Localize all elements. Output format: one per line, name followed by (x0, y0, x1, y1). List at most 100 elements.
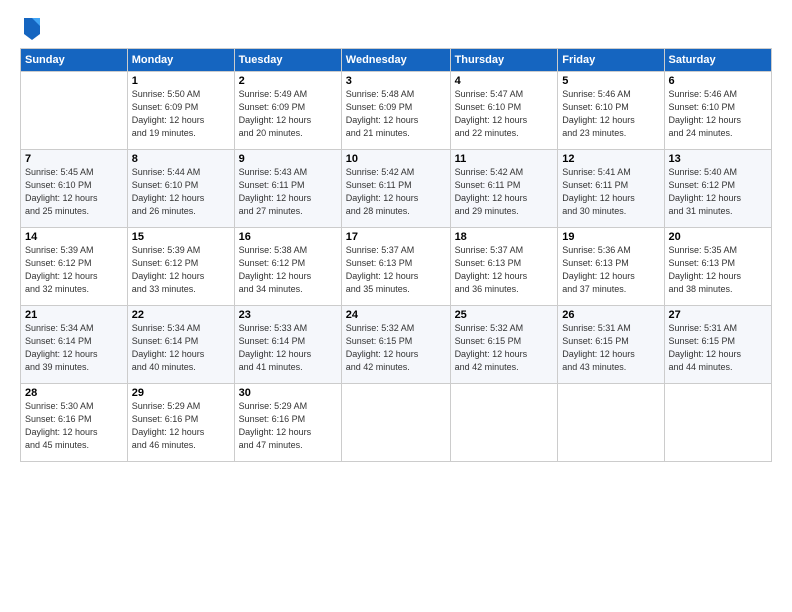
calendar-cell: 10Sunrise: 5:42 AM Sunset: 6:11 PM Dayli… (341, 150, 450, 228)
day-number: 15 (132, 231, 230, 243)
cell-content: Sunrise: 5:42 AM Sunset: 6:11 PM Dayligh… (346, 166, 446, 218)
cell-content: Sunrise: 5:48 AM Sunset: 6:09 PM Dayligh… (346, 88, 446, 140)
day-number: 28 (25, 387, 123, 399)
day-number: 6 (669, 75, 767, 87)
cell-content: Sunrise: 5:46 AM Sunset: 6:10 PM Dayligh… (669, 88, 767, 140)
calendar-cell: 8Sunrise: 5:44 AM Sunset: 6:10 PM Daylig… (127, 150, 234, 228)
cell-content: Sunrise: 5:45 AM Sunset: 6:10 PM Dayligh… (25, 166, 123, 218)
day-number: 16 (239, 231, 337, 243)
day-number: 4 (455, 75, 554, 87)
cell-content: Sunrise: 5:39 AM Sunset: 6:12 PM Dayligh… (25, 244, 123, 296)
calendar-cell: 2Sunrise: 5:49 AM Sunset: 6:09 PM Daylig… (234, 72, 341, 150)
day-number: 17 (346, 231, 446, 243)
day-number: 12 (562, 153, 659, 165)
cell-content: Sunrise: 5:42 AM Sunset: 6:11 PM Dayligh… (455, 166, 554, 218)
day-number: 26 (562, 309, 659, 321)
calendar-cell: 5Sunrise: 5:46 AM Sunset: 6:10 PM Daylig… (558, 72, 664, 150)
weekday-sunday: Sunday (21, 49, 128, 72)
cell-content: Sunrise: 5:41 AM Sunset: 6:11 PM Dayligh… (562, 166, 659, 218)
calendar-cell: 30Sunrise: 5:29 AM Sunset: 6:16 PM Dayli… (234, 384, 341, 462)
day-number: 3 (346, 75, 446, 87)
cell-content: Sunrise: 5:30 AM Sunset: 6:16 PM Dayligh… (25, 400, 123, 452)
cell-content: Sunrise: 5:38 AM Sunset: 6:12 PM Dayligh… (239, 244, 337, 296)
calendar-cell: 29Sunrise: 5:29 AM Sunset: 6:16 PM Dayli… (127, 384, 234, 462)
day-number: 29 (132, 387, 230, 399)
calendar-cell: 3Sunrise: 5:48 AM Sunset: 6:09 PM Daylig… (341, 72, 450, 150)
calendar-cell: 20Sunrise: 5:35 AM Sunset: 6:13 PM Dayli… (664, 228, 771, 306)
week-row-1: 7Sunrise: 5:45 AM Sunset: 6:10 PM Daylig… (21, 150, 772, 228)
week-row-3: 21Sunrise: 5:34 AM Sunset: 6:14 PM Dayli… (21, 306, 772, 384)
day-number: 8 (132, 153, 230, 165)
calendar-cell: 22Sunrise: 5:34 AM Sunset: 6:14 PM Dayli… (127, 306, 234, 384)
calendar-cell (450, 384, 558, 462)
calendar-cell: 23Sunrise: 5:33 AM Sunset: 6:14 PM Dayli… (234, 306, 341, 384)
day-number: 23 (239, 309, 337, 321)
cell-content: Sunrise: 5:39 AM Sunset: 6:12 PM Dayligh… (132, 244, 230, 296)
day-number: 19 (562, 231, 659, 243)
weekday-monday: Monday (127, 49, 234, 72)
day-number: 10 (346, 153, 446, 165)
cell-content: Sunrise: 5:35 AM Sunset: 6:13 PM Dayligh… (669, 244, 767, 296)
weekday-wednesday: Wednesday (341, 49, 450, 72)
page: SundayMondayTuesdayWednesdayThursdayFrid… (0, 0, 792, 612)
cell-content: Sunrise: 5:34 AM Sunset: 6:14 PM Dayligh… (25, 322, 123, 374)
calendar-cell: 4Sunrise: 5:47 AM Sunset: 6:10 PM Daylig… (450, 72, 558, 150)
logo (20, 16, 40, 38)
cell-content: Sunrise: 5:40 AM Sunset: 6:12 PM Dayligh… (669, 166, 767, 218)
calendar-cell: 21Sunrise: 5:34 AM Sunset: 6:14 PM Dayli… (21, 306, 128, 384)
cell-content: Sunrise: 5:37 AM Sunset: 6:13 PM Dayligh… (455, 244, 554, 296)
cell-content: Sunrise: 5:49 AM Sunset: 6:09 PM Dayligh… (239, 88, 337, 140)
calendar-cell: 15Sunrise: 5:39 AM Sunset: 6:12 PM Dayli… (127, 228, 234, 306)
calendar-cell (664, 384, 771, 462)
calendar-header: SundayMondayTuesdayWednesdayThursdayFrid… (21, 49, 772, 72)
week-row-2: 14Sunrise: 5:39 AM Sunset: 6:12 PM Dayli… (21, 228, 772, 306)
calendar-cell: 28Sunrise: 5:30 AM Sunset: 6:16 PM Dayli… (21, 384, 128, 462)
cell-content: Sunrise: 5:32 AM Sunset: 6:15 PM Dayligh… (346, 322, 446, 374)
day-number: 22 (132, 309, 230, 321)
day-number: 20 (669, 231, 767, 243)
calendar-cell (341, 384, 450, 462)
cell-content: Sunrise: 5:37 AM Sunset: 6:13 PM Dayligh… (346, 244, 446, 296)
day-number: 7 (25, 153, 123, 165)
day-number: 25 (455, 309, 554, 321)
cell-content: Sunrise: 5:32 AM Sunset: 6:15 PM Dayligh… (455, 322, 554, 374)
calendar-cell: 11Sunrise: 5:42 AM Sunset: 6:11 PM Dayli… (450, 150, 558, 228)
calendar-cell: 25Sunrise: 5:32 AM Sunset: 6:15 PM Dayli… (450, 306, 558, 384)
cell-content: Sunrise: 5:31 AM Sunset: 6:15 PM Dayligh… (669, 322, 767, 374)
cell-content: Sunrise: 5:44 AM Sunset: 6:10 PM Dayligh… (132, 166, 230, 218)
weekday-row: SundayMondayTuesdayWednesdayThursdayFrid… (21, 49, 772, 72)
cell-content: Sunrise: 5:29 AM Sunset: 6:16 PM Dayligh… (239, 400, 337, 452)
calendar-cell: 17Sunrise: 5:37 AM Sunset: 6:13 PM Dayli… (341, 228, 450, 306)
calendar-cell: 12Sunrise: 5:41 AM Sunset: 6:11 PM Dayli… (558, 150, 664, 228)
calendar-body: 1Sunrise: 5:50 AM Sunset: 6:09 PM Daylig… (21, 72, 772, 462)
logo-icon (22, 16, 40, 38)
cell-content: Sunrise: 5:33 AM Sunset: 6:14 PM Dayligh… (239, 322, 337, 374)
calendar-cell: 6Sunrise: 5:46 AM Sunset: 6:10 PM Daylig… (664, 72, 771, 150)
calendar-cell (21, 72, 128, 150)
calendar-cell: 16Sunrise: 5:38 AM Sunset: 6:12 PM Dayli… (234, 228, 341, 306)
calendar-cell (558, 384, 664, 462)
cell-content: Sunrise: 5:43 AM Sunset: 6:11 PM Dayligh… (239, 166, 337, 218)
weekday-friday: Friday (558, 49, 664, 72)
cell-content: Sunrise: 5:50 AM Sunset: 6:09 PM Dayligh… (132, 88, 230, 140)
day-number: 13 (669, 153, 767, 165)
day-number: 2 (239, 75, 337, 87)
day-number: 5 (562, 75, 659, 87)
calendar: SundayMondayTuesdayWednesdayThursdayFrid… (20, 48, 772, 462)
weekday-thursday: Thursday (450, 49, 558, 72)
calendar-cell: 14Sunrise: 5:39 AM Sunset: 6:12 PM Dayli… (21, 228, 128, 306)
cell-content: Sunrise: 5:31 AM Sunset: 6:15 PM Dayligh… (562, 322, 659, 374)
day-number: 18 (455, 231, 554, 243)
calendar-cell: 9Sunrise: 5:43 AM Sunset: 6:11 PM Daylig… (234, 150, 341, 228)
calendar-cell: 27Sunrise: 5:31 AM Sunset: 6:15 PM Dayli… (664, 306, 771, 384)
day-number: 24 (346, 309, 446, 321)
header (20, 16, 772, 38)
calendar-cell: 13Sunrise: 5:40 AM Sunset: 6:12 PM Dayli… (664, 150, 771, 228)
day-number: 14 (25, 231, 123, 243)
day-number: 1 (132, 75, 230, 87)
day-number: 11 (455, 153, 554, 165)
day-number: 21 (25, 309, 123, 321)
calendar-cell: 26Sunrise: 5:31 AM Sunset: 6:15 PM Dayli… (558, 306, 664, 384)
cell-content: Sunrise: 5:29 AM Sunset: 6:16 PM Dayligh… (132, 400, 230, 452)
day-number: 27 (669, 309, 767, 321)
